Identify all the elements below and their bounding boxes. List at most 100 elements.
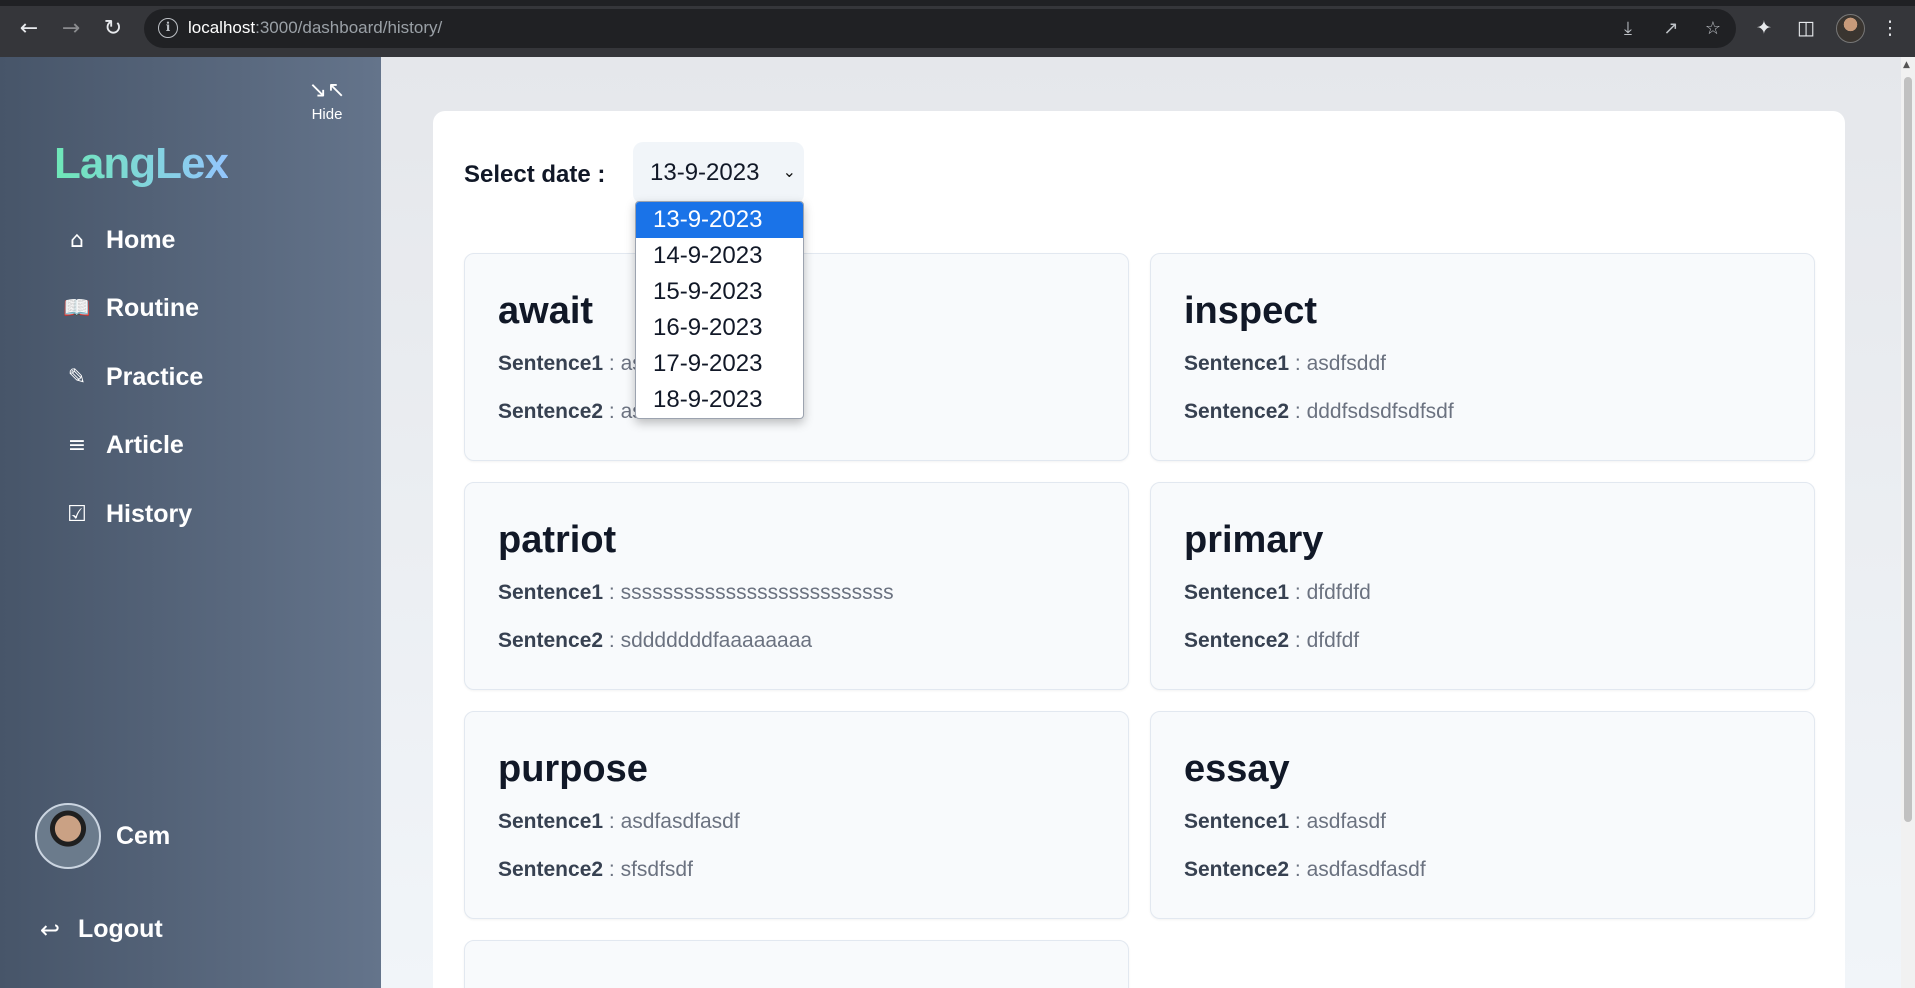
card-sentence1: Sentence1 : asdfsddf [1184, 352, 1386, 376]
word-card: patriot Sentence1 : ssssssssssssssssssss… [464, 482, 1129, 690]
logout-button[interactable]: ↩ Logout [36, 915, 163, 944]
word-card-partial [464, 940, 1129, 988]
date-option[interactable]: 17-9-2023 [636, 346, 803, 382]
sentence1-text: : asdfasdfasdf [608, 810, 740, 833]
avatar[interactable] [35, 803, 101, 869]
word-card: inspect Sentence1 : asdfsddf Sentence2 :… [1150, 253, 1815, 461]
sidebar: ↘↖ Hide LangLex ⌂ Home 📖 Routine ✎ Pract… [0, 57, 381, 988]
app-logo[interactable]: LangLex [54, 139, 229, 189]
sentence2-text: : dddfsdsdfsdfsdf [1294, 400, 1454, 423]
sidebar-item-routine[interactable]: 📖 Routine [62, 288, 199, 328]
sentence2-label: Sentence2 [498, 400, 604, 423]
date-option[interactable]: 13-9-2023 [636, 202, 803, 238]
sentence2-label: Sentence2 [498, 858, 604, 881]
card-sentence1: Sentence1 : ssssssssssssssssssssssssss [498, 581, 894, 605]
card-word: await [498, 290, 594, 332]
date-option[interactable]: 15-9-2023 [636, 274, 803, 310]
word-card: primary Sentence1 : dfdfdfd Sentence2 : … [1150, 482, 1815, 690]
sidebar-item-article[interactable]: ≡ Article [62, 425, 184, 465]
date-option[interactable]: 14-9-2023 [636, 238, 803, 274]
card-sentence2: Sentence2 : dddfsdsdfsdfsdf [1184, 400, 1454, 424]
card-word: primary [1184, 519, 1324, 561]
sidebar-item-label: Routine [106, 293, 200, 322]
sentence1-text: : ssssssssssssssssssssssssss [608, 581, 894, 604]
install-app-icon[interactable]: ⤓ [1616, 18, 1640, 40]
sentence1-label: Sentence1 [498, 352, 604, 375]
sentence2-label: Sentence2 [498, 629, 604, 652]
hide-sidebar-button[interactable]: ↘↖ Hide [305, 78, 349, 124]
sidebar-item-home[interactable]: ⌂ Home [62, 220, 175, 260]
calendar-check-icon: ☑ [67, 501, 87, 527]
card-word: purpose [498, 748, 648, 790]
tab-strip [0, 0, 1915, 6]
bookmark-star-icon[interactable]: ☆ [1701, 18, 1725, 40]
sentence2-text: : sdddddddfaaaaaaaa [608, 629, 813, 652]
card-sentence2: Sentence2 : dfdfdf [1184, 629, 1359, 653]
card-sentence1: Sentence1 : asdfasdf [1184, 810, 1386, 834]
sentence2-text: : dfdfdf [1294, 629, 1360, 652]
sidebar-item-label: Home [106, 225, 176, 254]
card-sentence2: Sentence2 : sdddddddfaaaaaaaa [498, 629, 812, 653]
scroll-thumb[interactable] [1904, 77, 1912, 822]
reload-icon[interactable]: ↻ [98, 14, 128, 44]
sidebar-item-label: Article [106, 430, 184, 459]
url-host: localhost [188, 18, 256, 37]
date-select-value: 13-9-2023 [650, 159, 760, 186]
pencil-icon: ✎ [67, 364, 87, 390]
browser-toolbar: ← → ↻ i localhost:3000/dashboard/history… [0, 0, 1915, 57]
home-icon: ⌂ [70, 227, 84, 253]
date-option[interactable]: 18-9-2023 [636, 382, 803, 418]
side-panel-icon[interactable]: ◫ [1793, 15, 1819, 41]
date-select[interactable]: 13-9-2023 ⌄ [633, 142, 804, 204]
card-sentence2: Sentence2 : sfsdfsdf [498, 858, 693, 882]
card-word: patriot [498, 519, 617, 561]
logout-label: Logout [78, 915, 163, 943]
page-scrollbar[interactable]: ▲ [1901, 57, 1915, 988]
sentence1-text: : asdfasdf [1294, 810, 1386, 833]
sentence1-label: Sentence1 [1184, 581, 1290, 604]
url-text[interactable]: localhost:3000/dashboard/history/ [188, 18, 442, 38]
sentence1-label: Sentence1 [1184, 810, 1290, 833]
card-sentence1: Sentence1 : dfdfdfd [1184, 581, 1371, 605]
user-name: Cem [116, 822, 171, 850]
main-content: Select date : 13-9-2023 ⌄ await Sentence… [381, 57, 1915, 988]
share-icon[interactable]: ↗ [1659, 18, 1683, 40]
site-info-icon[interactable]: i [158, 18, 178, 38]
sentence1-text: : dfdfdfd [1294, 581, 1371, 604]
word-card: purpose Sentence1 : asdfasdfasdf Sentenc… [464, 711, 1129, 919]
book-icon: 📖 [63, 295, 91, 321]
sentence2-label: Sentence2 [1184, 629, 1290, 652]
address-bar[interactable]: i localhost:3000/dashboard/history/ ⤓ ↗ … [144, 9, 1736, 48]
sentence1-label: Sentence1 [498, 581, 604, 604]
card-word: inspect [1184, 290, 1318, 332]
sentence2-label: Sentence2 [1184, 400, 1290, 423]
sidebar-item-history[interactable]: ☑ History [62, 494, 192, 534]
scroll-up-icon[interactable]: ▲ [1903, 60, 1910, 70]
sentence1-label: Sentence1 [1184, 352, 1290, 375]
card-sentence1: Sentence1 : asdfasdfasdf [498, 810, 740, 834]
logout-icon: ↩ [39, 915, 61, 944]
sidebar-item-label: Practice [106, 362, 204, 391]
extensions-icon[interactable]: ✦ [1751, 15, 1777, 41]
profile-avatar-icon[interactable] [1836, 14, 1865, 43]
sentence2-label: Sentence2 [1184, 858, 1290, 881]
collapse-icon: ↘↖ [308, 78, 346, 103]
date-option[interactable]: 16-9-2023 [636, 310, 803, 346]
date-dropdown-list[interactable]: 13-9-2023 14-9-2023 15-9-2023 16-9-2023 … [635, 201, 804, 419]
forward-arrow-icon[interactable]: → [56, 14, 86, 44]
back-arrow-icon[interactable]: ← [14, 14, 44, 44]
sidebar-item-label: History [106, 499, 193, 528]
sidebar-item-practice[interactable]: ✎ Practice [62, 357, 204, 397]
card-sentence2: Sentence2 : asdfasdfasdf [1184, 858, 1426, 882]
word-card: essay Sentence1 : asdfasdf Sentence2 : a… [1150, 711, 1815, 919]
hide-label: Hide [311, 106, 343, 123]
more-menu-icon[interactable]: ⋮ [1877, 15, 1903, 41]
sentence1-label: Sentence1 [498, 810, 604, 833]
sentence2-text: : asdfasdfasdf [1294, 858, 1426, 881]
chevron-down-icon: ⌄ [782, 164, 796, 181]
card-word: essay [1184, 748, 1290, 790]
date-label: Select date : [464, 161, 606, 188]
sentence2-text: : sfsdfsdf [608, 858, 693, 881]
sentence1-text: : asdfsddf [1294, 352, 1386, 375]
url-path: :3000/dashboard/history/ [255, 18, 443, 37]
